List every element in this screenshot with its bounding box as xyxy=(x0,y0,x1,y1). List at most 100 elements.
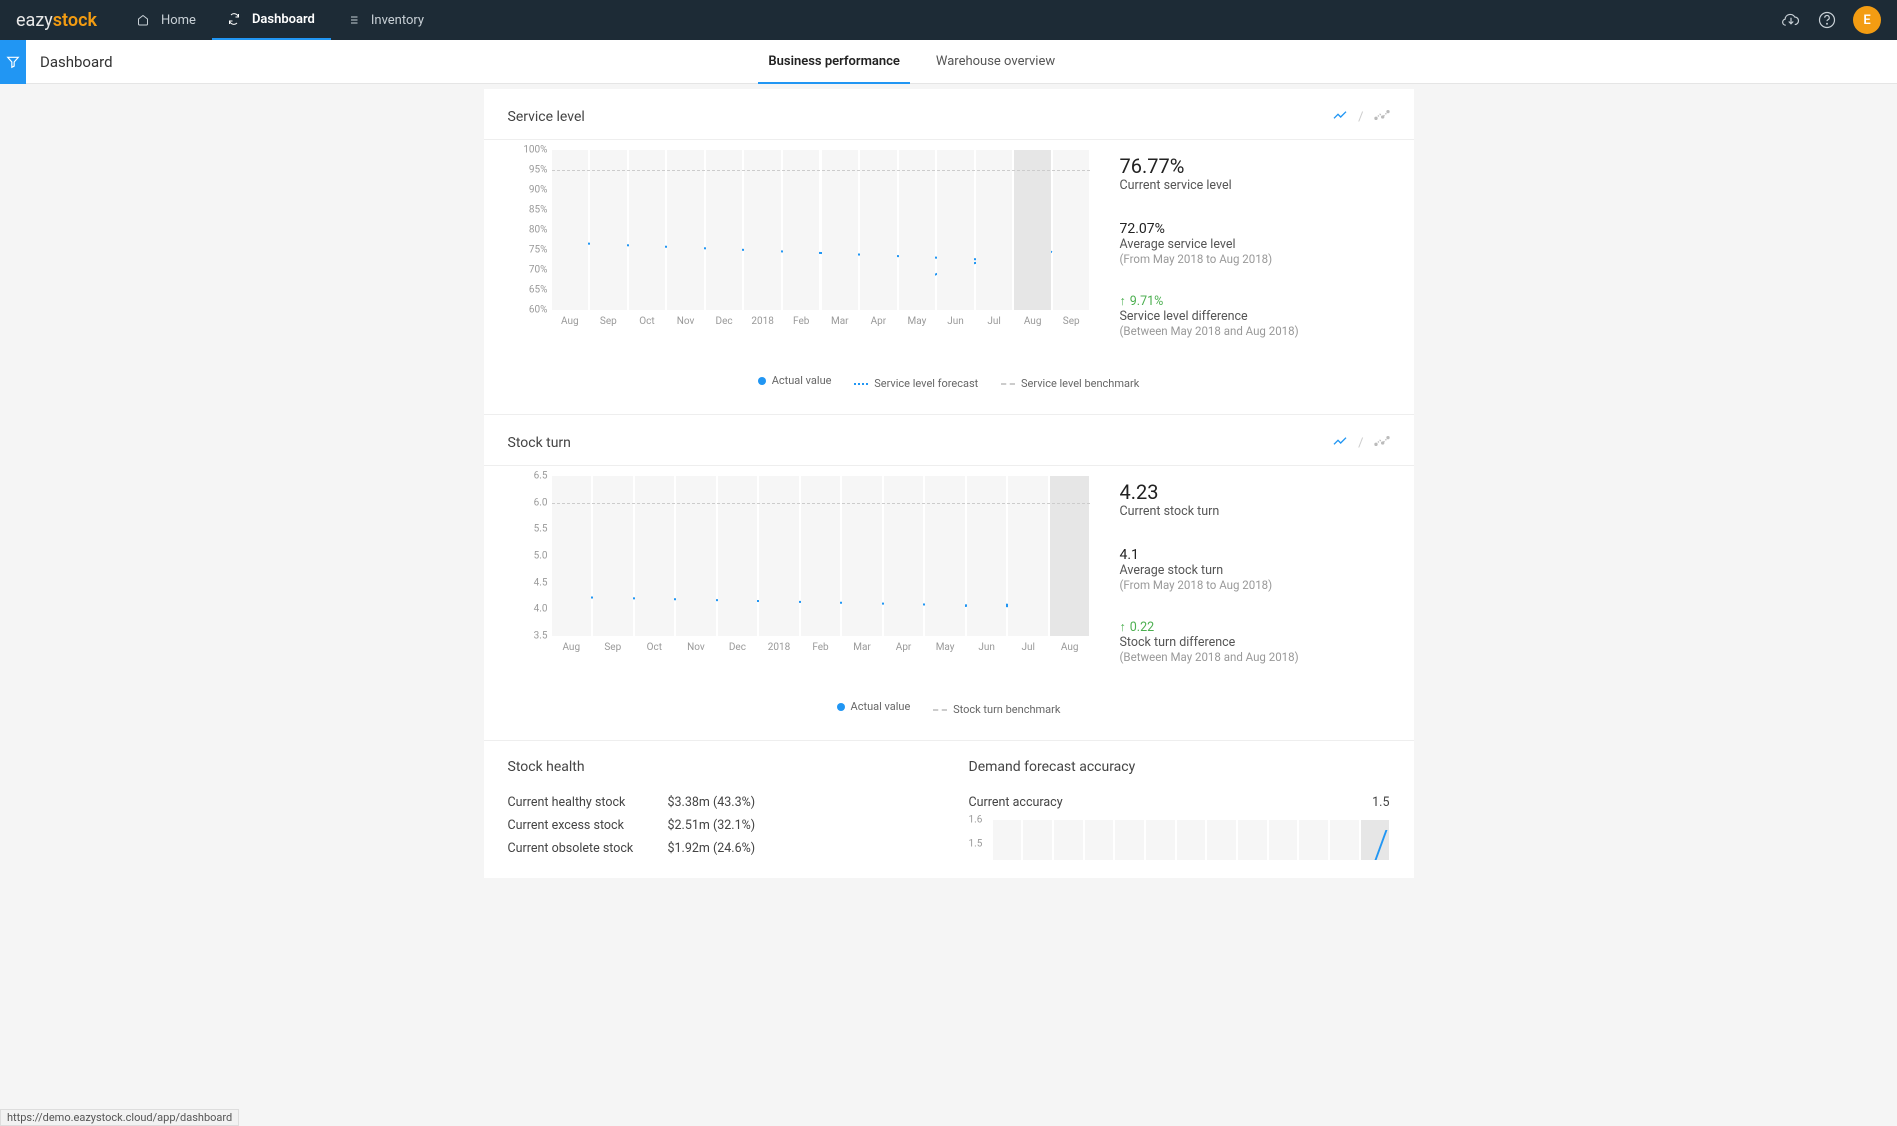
stock-turn-legend: Actual value Stock turn benchmark xyxy=(508,692,1390,730)
y-tick: 90% xyxy=(529,185,548,196)
sl-delta-label: Service level difference xyxy=(1120,309,1390,324)
stock-turn-title: Stock turn xyxy=(508,435,571,451)
chart-bar-bg xyxy=(744,150,781,310)
help-icon[interactable] xyxy=(1809,2,1845,38)
nav-dashboard[interactable]: Dashboard xyxy=(212,0,331,40)
tab-business-label: Business performance xyxy=(768,54,900,69)
y-tick: 65% xyxy=(529,285,548,296)
legend-benchmark: Stock turn benchmark xyxy=(953,703,1060,716)
y-tick: 6.5 xyxy=(534,471,548,482)
x-tick: Jul xyxy=(1021,642,1034,653)
sl-avg-value: 72.07% xyxy=(1120,221,1390,237)
nav-inventory-label: Inventory xyxy=(371,13,424,28)
chart-bar-bg xyxy=(759,476,799,636)
chart-bar-bg xyxy=(635,476,675,636)
logo-part1: eazy xyxy=(16,10,53,31)
y-tick: 70% xyxy=(529,265,548,276)
nav-inventory[interactable]: Inventory xyxy=(331,0,440,40)
x-tick: Aug xyxy=(1024,316,1042,327)
cloud-download-icon[interactable] xyxy=(1773,2,1809,38)
page-title: Dashboard xyxy=(26,53,127,71)
y-tick: 85% xyxy=(529,205,548,216)
line-chart-icon[interactable] xyxy=(1332,433,1348,453)
service-level-card: Service level / 100%95%90%85%80%75%70%65… xyxy=(484,89,1414,414)
forecast-accuracy-card: Demand forecast accuracy Current accurac… xyxy=(969,759,1390,860)
sub-tabs: Business performance Warehouse overview xyxy=(750,40,1073,84)
legend-dash-icon xyxy=(854,383,868,385)
chart-bar-bg xyxy=(1177,820,1206,860)
chart-bar-bg xyxy=(860,150,897,310)
stock-turn-card: Stock turn / 6.56.05.55.04.54.03.5 AugSe… xyxy=(484,414,1414,740)
x-tick: 2018 xyxy=(768,642,790,653)
logo-part2: stock xyxy=(53,10,97,31)
y-tick: 1.6 xyxy=(969,815,983,826)
x-tick: Mar xyxy=(853,642,871,653)
legend-forecast: Service level forecast xyxy=(874,377,978,390)
stock-health-card: Stock health Current healthy stock$3.38m… xyxy=(508,759,929,860)
chart-bar-bg xyxy=(1008,476,1048,636)
service-level-title: Service level xyxy=(508,109,585,125)
chart-bar-bg xyxy=(993,820,1022,860)
kv-key: Current obsolete stock xyxy=(508,841,668,856)
stock-health-row: Current healthy stock$3.38m (43.3%) xyxy=(508,791,929,814)
kv-val: $3.38m (43.3%) xyxy=(668,795,756,810)
stock-turn-chart: 6.56.05.55.04.54.03.5 AugSepOctNovDec201… xyxy=(508,476,1090,671)
chart-bar-bg xyxy=(1115,820,1144,860)
x-tick: Feb xyxy=(812,642,828,653)
st-avg-range: (From May 2018 to Aug 2018) xyxy=(1120,578,1390,592)
x-tick: Jun xyxy=(947,316,964,327)
st-current-label: Current stock turn xyxy=(1120,504,1390,519)
chart-bar-bg xyxy=(629,150,666,310)
separator: / xyxy=(1358,436,1363,451)
stock-health-row: Current excess stock$2.51m (32.1%) xyxy=(508,814,929,837)
chart-bar-bg xyxy=(1023,820,1052,860)
x-tick: Sep xyxy=(1063,316,1080,327)
x-tick: Sep xyxy=(600,316,617,327)
chart-bar-bg xyxy=(552,150,589,310)
chart-bar-bg xyxy=(676,476,716,636)
sl-current-label: Current service level xyxy=(1120,178,1390,193)
x-tick: Nov xyxy=(677,316,695,327)
chart-bar-bg xyxy=(1054,820,1083,860)
chart-bar-bg xyxy=(1330,820,1359,860)
sl-avg-range: (From May 2018 to Aug 2018) xyxy=(1120,252,1390,266)
chart-bar-bg xyxy=(1299,820,1328,860)
forecast-accuracy-mini-chart: 1.61.5 xyxy=(969,820,1390,860)
home-icon xyxy=(137,14,155,26)
x-tick: Aug xyxy=(561,316,579,327)
avatar[interactable]: E xyxy=(1853,6,1881,34)
legend-dash-grey-icon xyxy=(933,709,947,711)
legend-actual: Actual value xyxy=(772,374,832,387)
chart-bar-bg xyxy=(976,150,1013,310)
chart-bar-bg xyxy=(1014,150,1051,310)
chart-bar-bg xyxy=(884,476,924,636)
x-tick: Oct xyxy=(647,642,662,653)
filter-button[interactable] xyxy=(0,40,26,84)
content: Service level / 100%95%90%85%80%75%70%65… xyxy=(484,89,1414,878)
sl-delta-value: 9.71% xyxy=(1130,294,1164,309)
y-tick: 100% xyxy=(523,145,547,156)
x-tick: Jun xyxy=(978,642,995,653)
stock-health-row: Current obsolete stock$1.92m (24.6%) xyxy=(508,837,929,860)
chart-bar-bg xyxy=(801,476,841,636)
chart-bar-bg xyxy=(593,476,633,636)
stock-turn-stats: 4.23 Current stock turn 4.1 Average stoc… xyxy=(1090,476,1390,692)
x-tick: Mar xyxy=(831,316,849,327)
y-tick: 1.5 xyxy=(969,839,983,850)
logo[interactable]: eazystock xyxy=(16,10,97,31)
y-tick: 6.0 xyxy=(534,497,548,508)
tab-business[interactable]: Business performance xyxy=(750,40,918,84)
tab-warehouse[interactable]: Warehouse overview xyxy=(918,40,1073,84)
y-tick: 5.0 xyxy=(534,551,548,562)
scatter-chart-icon[interactable] xyxy=(1374,433,1390,453)
sl-delta: ↑ 9.71% xyxy=(1120,294,1390,309)
forecast-accuracy-val: 1.5 xyxy=(1372,795,1389,810)
y-tick: 3.5 xyxy=(534,631,548,642)
chart-bar-bg xyxy=(899,150,936,310)
st-delta-label: Stock turn difference xyxy=(1120,635,1390,650)
chart-bar-bg xyxy=(937,150,974,310)
nav-home[interactable]: Home xyxy=(121,0,212,40)
x-tick: Apr xyxy=(871,316,887,327)
line-chart-icon[interactable] xyxy=(1332,107,1348,127)
scatter-chart-icon[interactable] xyxy=(1374,107,1390,127)
